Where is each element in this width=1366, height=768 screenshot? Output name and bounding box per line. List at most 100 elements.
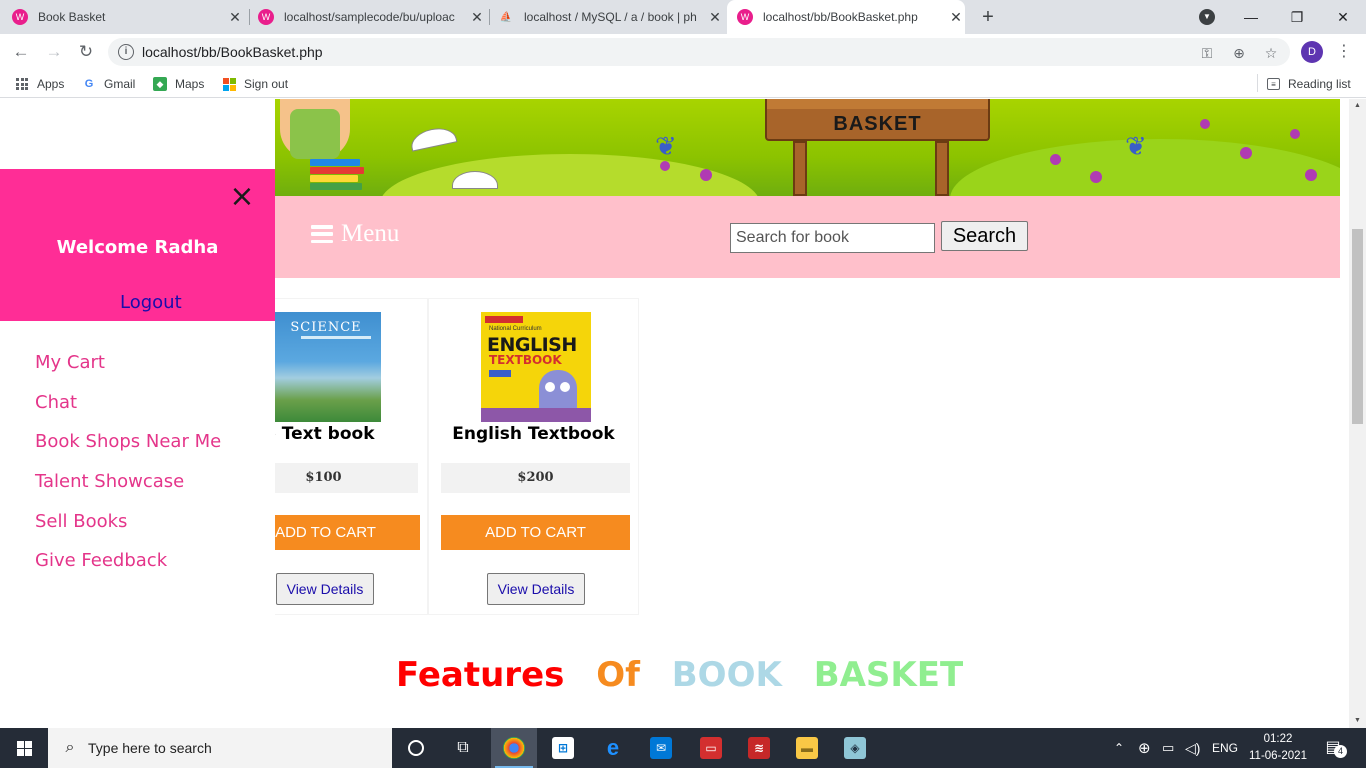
cover-label: SCIENCE (290, 320, 362, 335)
book-cover-english[interactable]: National Curriculum ENGLISH TEXTBOOK (481, 312, 591, 422)
bookmark-gmail[interactable]: G Gmail (82, 76, 136, 92)
sidenav-link-sell-books[interactable]: Sell Books (35, 511, 127, 532)
language-indicator[interactable]: ENG (1212, 728, 1238, 768)
butterfly-icon: ❦ (1125, 131, 1147, 161)
new-tab-icon[interactable]: + (978, 6, 998, 28)
tray-chevron-icon[interactable]: ⌃ (1114, 728, 1124, 768)
browser-tab-strip: W Book Basket ✕ W localhost/samplecode/b… (0, 0, 1366, 34)
scroll-down-icon[interactable]: ▼ (1349, 714, 1366, 728)
taskbar-store[interactable]: ⊞ (540, 728, 586, 768)
menu-label: Menu (341, 220, 400, 247)
tab-title: localhost / MySQL / a / book | ph (524, 10, 697, 24)
add-to-cart-button[interactable]: ADD TO CART (441, 515, 630, 550)
reading-list-icon: ≡ (1267, 78, 1280, 90)
page-viewport[interactable]: BASKET ❦ ❦ Menu Search SCIENCE Science T… (0, 99, 1366, 728)
taskbar-app-notes[interactable]: ◈ (832, 728, 878, 768)
sign-post (793, 141, 807, 196)
maps-icon: ◆ (153, 77, 167, 91)
sign-post (935, 141, 949, 196)
bookmark-maps[interactable]: ◆ Maps (153, 76, 204, 92)
search-button[interactable]: Search (941, 221, 1028, 251)
taskbar-clock[interactable]: 01:22 11-06-2021 (1238, 731, 1318, 765)
view-details-button[interactable]: View Details (276, 573, 374, 605)
reading-list[interactable]: ≡ Reading list (1267, 76, 1351, 92)
more-menu-icon[interactable]: ⋮ (1336, 42, 1352, 62)
cover-subtitle: TEXTBOOK (489, 353, 562, 367)
flower-decoration (1090, 171, 1102, 183)
site-info-icon[interactable]: i (118, 44, 134, 60)
bookmarks-separator (1257, 74, 1258, 92)
taskbar-chrome[interactable] (491, 728, 537, 768)
sidenav-link-book-shops[interactable]: Book Shops Near Me (35, 431, 221, 452)
zoom-icon[interactable]: ⊕ (1230, 44, 1248, 62)
mail-icon: ✉ (650, 737, 672, 759)
features-heading: Features Of BOOK BASKET (396, 655, 983, 695)
tab-search-icon[interactable]: ▼ (1199, 9, 1215, 25)
sidenav-link-my-cart[interactable]: My Cart (35, 352, 105, 373)
edge-icon: e (606, 735, 620, 760)
minimize-icon[interactable]: — (1228, 0, 1274, 34)
taskbar-file-explorer[interactable]: ▬ (784, 728, 830, 768)
close-tab-icon[interactable]: ✕ (226, 9, 244, 26)
tab-separator (249, 9, 250, 25)
cortana-button[interactable] (393, 728, 439, 768)
scroll-up-icon[interactable]: ▲ (1349, 99, 1366, 113)
tab-book-basket[interactable]: W Book Basket ✕ (12, 0, 244, 34)
sidenav-link-talent-showcase[interactable]: Talent Showcase (35, 471, 184, 492)
flower-decoration (1240, 147, 1252, 159)
start-button[interactable] (0, 728, 48, 768)
features-word: Features (396, 655, 565, 695)
wamp-icon: W (12, 9, 28, 25)
close-icon[interactable]: × (229, 182, 255, 212)
bookmark-star-icon[interactable]: ☆ (1262, 44, 1280, 62)
book-stack-illustration (310, 159, 364, 195)
key-icon[interactable]: ⚿ (1198, 44, 1216, 62)
forward-icon[interactable]: → (42, 40, 66, 64)
open-book-illustration (408, 124, 458, 152)
wamp-icon: W (737, 9, 753, 25)
scrollbar-thumb[interactable] (1352, 229, 1363, 424)
close-tab-icon[interactable]: ✕ (706, 9, 724, 26)
reload-icon[interactable]: ↻ (74, 40, 98, 64)
bookmark-apps[interactable]: Apps (15, 76, 64, 92)
taskbar-app-stack[interactable]: ≋ (736, 728, 782, 768)
view-details-button[interactable]: View Details (487, 573, 585, 605)
back-icon[interactable]: ← (9, 40, 33, 64)
close-tab-icon[interactable]: ✕ (468, 9, 486, 26)
logout-link[interactable]: Logout (120, 292, 182, 313)
tab-phpmyadmin[interactable]: ⛵ localhost / MySQL / a / book | ph ✕ (492, 0, 724, 34)
stack-icon: ≋ (748, 737, 770, 759)
close-tab-icon[interactable]: ✕ (947, 9, 965, 26)
address-bar[interactable]: i localhost/bb/BookBasket.php ⚿ ⊕ ☆ (108, 38, 1290, 66)
product-card-english: National Curriculum ENGLISH TEXTBOOK Eng… (428, 298, 639, 615)
action-center-button[interactable]: ▤ 4 (1322, 737, 1347, 759)
window-close-icon[interactable]: ✕ (1320, 0, 1366, 34)
taskbar-search[interactable]: ⌕ (48, 728, 392, 768)
browser-toolbar: ← → ↻ i localhost/bb/BookBasket.php ⚿ ⊕ … (0, 34, 1366, 70)
book-search-input[interactable] (730, 223, 935, 253)
tab-bookbasket-active[interactable]: W localhost/bb/BookBasket.php ✕ (727, 0, 965, 34)
page-scrollbar[interactable]: ▲ ▼ (1349, 99, 1366, 728)
taskbar-app-red[interactable]: ▭ (688, 728, 734, 768)
windows-taskbar: ⌕ ⧉ ⊞ e ✉ ▭ ≋ ▬ ◈ ⌃ ⊕ ▭ ◁) ENG 01:22 11-… (0, 728, 1366, 768)
tab-samplecode-upload[interactable]: W localhost/samplecode/bu/uploac ✕ (252, 0, 486, 34)
menu-button[interactable]: Menu (311, 220, 399, 248)
taskbar-mail[interactable]: ✉ (638, 728, 684, 768)
sidenav-link-give-feedback[interactable]: Give Feedback (35, 550, 167, 571)
reading-list-label: Reading list (1288, 77, 1351, 91)
bookmark-sign-out[interactable]: Sign out (222, 76, 288, 92)
taskbar-search-input[interactable] (88, 740, 368, 756)
volume-icon[interactable]: ◁) (1185, 728, 1200, 768)
bookmarks-bar: Apps G Gmail ◆ Maps Sign out ≡ Reading l… (0, 70, 1366, 98)
sidenav-link-chat[interactable]: Chat (35, 392, 77, 413)
restore-icon[interactable]: ❐ (1274, 0, 1320, 34)
profile-avatar[interactable]: D (1301, 41, 1323, 63)
battery-icon[interactable]: ▭ (1162, 728, 1174, 768)
network-globe-icon[interactable]: ⊕ (1138, 728, 1151, 768)
phpmyadmin-icon: ⛵ (499, 11, 513, 23)
task-view-button[interactable]: ⧉ (440, 728, 486, 768)
taskbar-edge[interactable]: e (590, 728, 636, 768)
search-icon: ⌕ (65, 739, 75, 756)
windows-logo-icon (16, 740, 32, 756)
book-cover-science[interactable]: SCIENCE (271, 312, 381, 422)
